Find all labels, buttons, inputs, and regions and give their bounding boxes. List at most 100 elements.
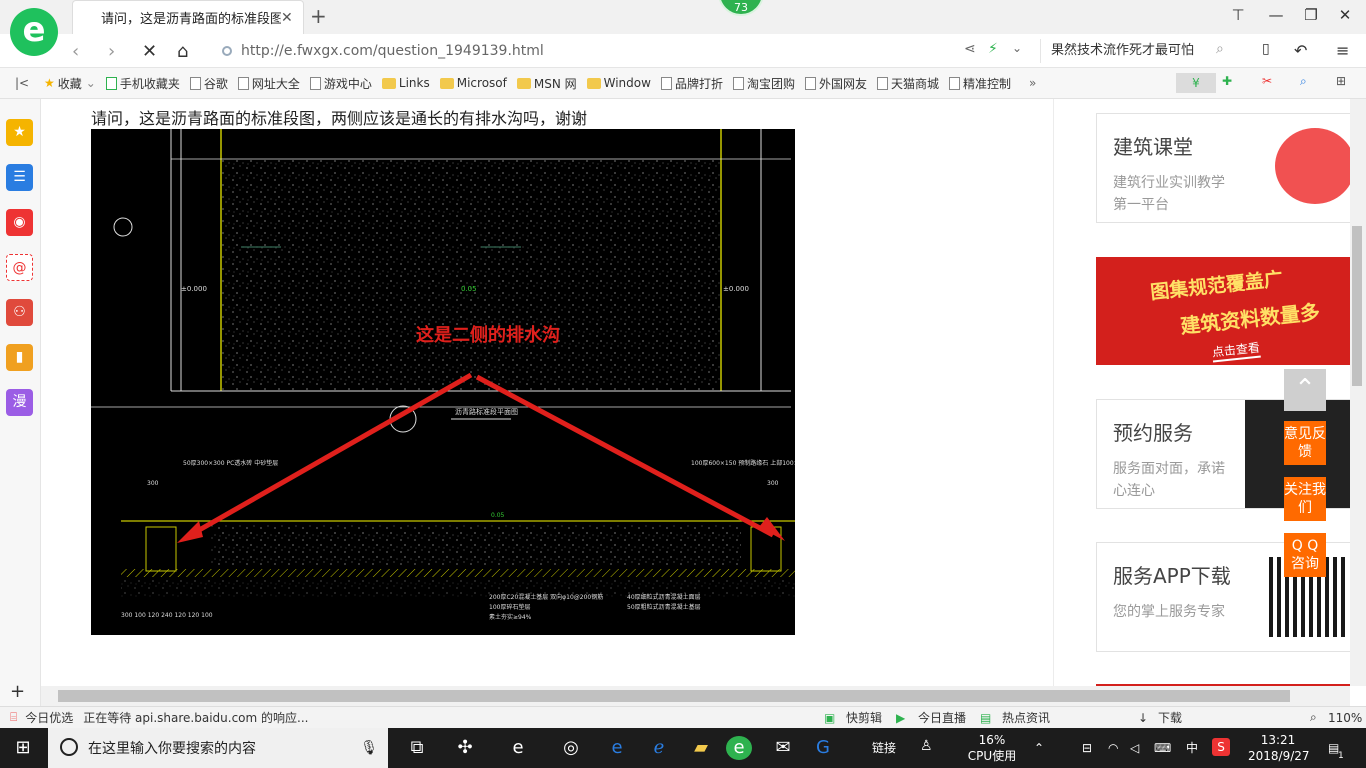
bookmark-item[interactable]: 手机收藏夹 (105, 75, 180, 92)
live-icon: ▶ (896, 710, 906, 725)
search-icon[interactable]: ⌕ (1216, 41, 1224, 57)
favorites-icon[interactable]: ★ (6, 119, 33, 146)
bookmark-item[interactable]: 游戏中心 (309, 75, 372, 92)
add-sidebar-icon[interactable]: + (10, 681, 25, 702)
wifi-icon[interactable]: ◠ (1108, 740, 1118, 756)
weibo-icon[interactable]: ◉ (6, 209, 33, 236)
taskbar-search[interactable]: 在这里输入你要搜索的内容 🎙 (48, 728, 388, 768)
bookmark-item[interactable]: 外国网友 (804, 75, 867, 92)
clock[interactable]: 13:21 2018/9/27 (1248, 732, 1310, 764)
vertical-scrollbar[interactable] (1350, 99, 1366, 686)
search-tool-icon[interactable]: ⌕ (1300, 74, 1307, 89)
undo-icon[interactable]: ↶ (1294, 41, 1307, 60)
cad-layer-5: 50厚粗粒式沥青混凝土基层 (627, 603, 701, 611)
apps-icon[interactable]: ⊞ (1336, 74, 1346, 88)
tray-expand-icon[interactable]: ⌃ (1034, 740, 1044, 756)
feedback-button[interactable]: 意见反馈 (1284, 421, 1326, 465)
network-icon[interactable]: ⊟ (1082, 740, 1092, 756)
flash-icon[interactable]: ⚡ (988, 41, 998, 57)
bookmark-folder[interactable]: Window (586, 76, 651, 90)
keyboard-icon[interactable]: ⌨ (1154, 740, 1171, 756)
news-icon[interactable]: ☰ (6, 164, 33, 191)
new-tab-button[interactable]: + (310, 4, 327, 28)
comic-icon[interactable]: 漫 (6, 389, 33, 416)
page-icon (660, 76, 672, 90)
collapse-icon[interactable]: |< (0, 76, 44, 90)
address-bar[interactable]: http://e.fwxgx.com/question_1949139.html (222, 39, 962, 63)
share-icon[interactable]: ⋖ (964, 41, 976, 57)
mail-icon[interactable]: @ (6, 254, 33, 281)
promo-banner[interactable]: 图集规范覆盖广 建筑资料数量多 点击查看 (1096, 257, 1356, 365)
search-input[interactable]: 果然技术流作死才最可怕 (1040, 39, 1240, 63)
vertical-scroll-thumb[interactable] (1352, 226, 1362, 386)
browser-tab[interactable]: 请问，这是沥青路面的标准段图. ✕ (72, 0, 304, 34)
people-icon[interactable]: ♙ (920, 738, 933, 754)
status-item[interactable]: 快剪辑 (846, 709, 882, 726)
bookmark-item[interactable]: 精准控制 (949, 75, 1011, 92)
bookmark-item[interactable]: 淘宝团购 (732, 75, 795, 92)
g-app-icon[interactable]: G (810, 736, 836, 760)
status-item[interactable]: 热点资讯 (1002, 709, 1050, 726)
page-content: 请问，这是沥青路面的标准段图，两侧应该是通长的有排水沟吗，谢谢 沥青路标准段平面… (41, 99, 1356, 686)
chevron-down-icon[interactable]: ⌄ (1012, 41, 1022, 55)
bookmark-folder[interactable]: MSN 网 (516, 75, 577, 92)
bookmark-item[interactable]: ★ 收藏 ⌄ (44, 75, 96, 92)
stop-icon[interactable]: ✕ (142, 41, 157, 62)
browser-e-icon[interactable]: e (505, 736, 531, 760)
task-view-icon[interactable]: ⧉ (404, 736, 430, 760)
back-icon[interactable]: ‹ (72, 41, 79, 62)
ime-indicator[interactable]: 中 (1186, 740, 1198, 756)
bookmark-item[interactable]: 谷歌 (189, 75, 228, 92)
status-item[interactable]: 下载 (1158, 709, 1182, 726)
restore-button[interactable]: ❐ (1301, 6, 1321, 24)
360-browser-icon[interactable]: e (726, 736, 752, 760)
pinwheel-app-icon[interactable]: ✣ (452, 736, 478, 760)
ie-icon[interactable]: ℯ (646, 736, 672, 760)
cpu-monitor[interactable]: 16% CPU使用 (966, 732, 1018, 764)
page-icon (804, 76, 816, 90)
mail-app-icon[interactable]: ✉ (770, 736, 796, 760)
home-icon[interactable]: ⌂ (177, 41, 188, 62)
qq-consult-button[interactable]: Q Q 咨询 (1284, 533, 1326, 577)
bookmark-item[interactable]: 天猫商城 (877, 75, 939, 92)
follow-us-button[interactable]: 关注我们 (1284, 477, 1326, 521)
edge-icon[interactable]: e (604, 736, 630, 760)
shield-icon[interactable]: ¥ (1176, 73, 1216, 93)
bookmarks-more[interactable]: » (1029, 76, 1036, 90)
chrome-like-icon[interactable]: ◎ (558, 736, 584, 760)
classroom-logo-icon (1275, 128, 1355, 204)
forward-icon[interactable]: › (108, 41, 115, 62)
book-icon[interactable]: ▮ (6, 344, 33, 371)
promo-card-classroom[interactable]: 建筑课堂 建筑行业实训教学第一平台 (1096, 113, 1356, 223)
cad-drawing-svg: 沥青路标准段平面图 0.05 ±0.000 ±0.000 50厚300×300 … (91, 129, 795, 635)
status-bar: ⌸ 今日优选 正在等待 api.share.baidu.com 的响应... ▣… (0, 706, 1366, 728)
game-icon[interactable]: ⚇ (6, 299, 33, 326)
bookmark-item[interactable]: 品牌打折 (660, 75, 723, 92)
menu-icon[interactable]: ≡ (1336, 41, 1349, 60)
phone-icon[interactable]: ▯ (1262, 41, 1270, 57)
windows-start-icon[interactable]: ⊞ (10, 736, 36, 760)
taskbar-link-label[interactable]: 链接 (872, 740, 896, 756)
volume-icon[interactable]: ◁ (1130, 740, 1139, 756)
tab-close-icon[interactable]: ✕ (281, 10, 295, 26)
file-explorer-icon[interactable]: ▰ (688, 736, 714, 760)
annotation-text: 这是二侧的排水沟 (416, 324, 560, 346)
minimize-button[interactable]: — (1266, 6, 1286, 24)
status-item[interactable]: 今日直播 (918, 709, 966, 726)
sogou-icon[interactable]: S (1212, 738, 1230, 756)
microphone-icon[interactable]: 🎙 (360, 740, 378, 756)
taskbar-search-text: 在这里输入你要搜索的内容 (88, 741, 256, 757)
horizontal-scroll-thumb[interactable] (58, 690, 1290, 702)
browser-logo-icon[interactable]: e (10, 8, 58, 56)
bookmark-folder[interactable]: Links (381, 76, 430, 90)
bookmark-item[interactable]: 网址大全 (237, 75, 300, 92)
back-to-top-button[interactable]: ⌃ (1284, 369, 1326, 411)
screenshot-icon[interactable]: ✂ (1262, 74, 1272, 88)
zoom-level[interactable]: 110% (1328, 711, 1362, 725)
close-window-button[interactable]: ✕ (1335, 6, 1355, 24)
cad-layer-2: 100厚碎石垫层 (489, 603, 530, 611)
shirt-icon[interactable]: ⊤ (1228, 6, 1248, 24)
status-left-label[interactable]: 今日优选 (25, 709, 73, 726)
translate-icon[interactable]: ✚ (1222, 74, 1232, 88)
bookmark-folder[interactable]: Microsof (439, 76, 507, 90)
